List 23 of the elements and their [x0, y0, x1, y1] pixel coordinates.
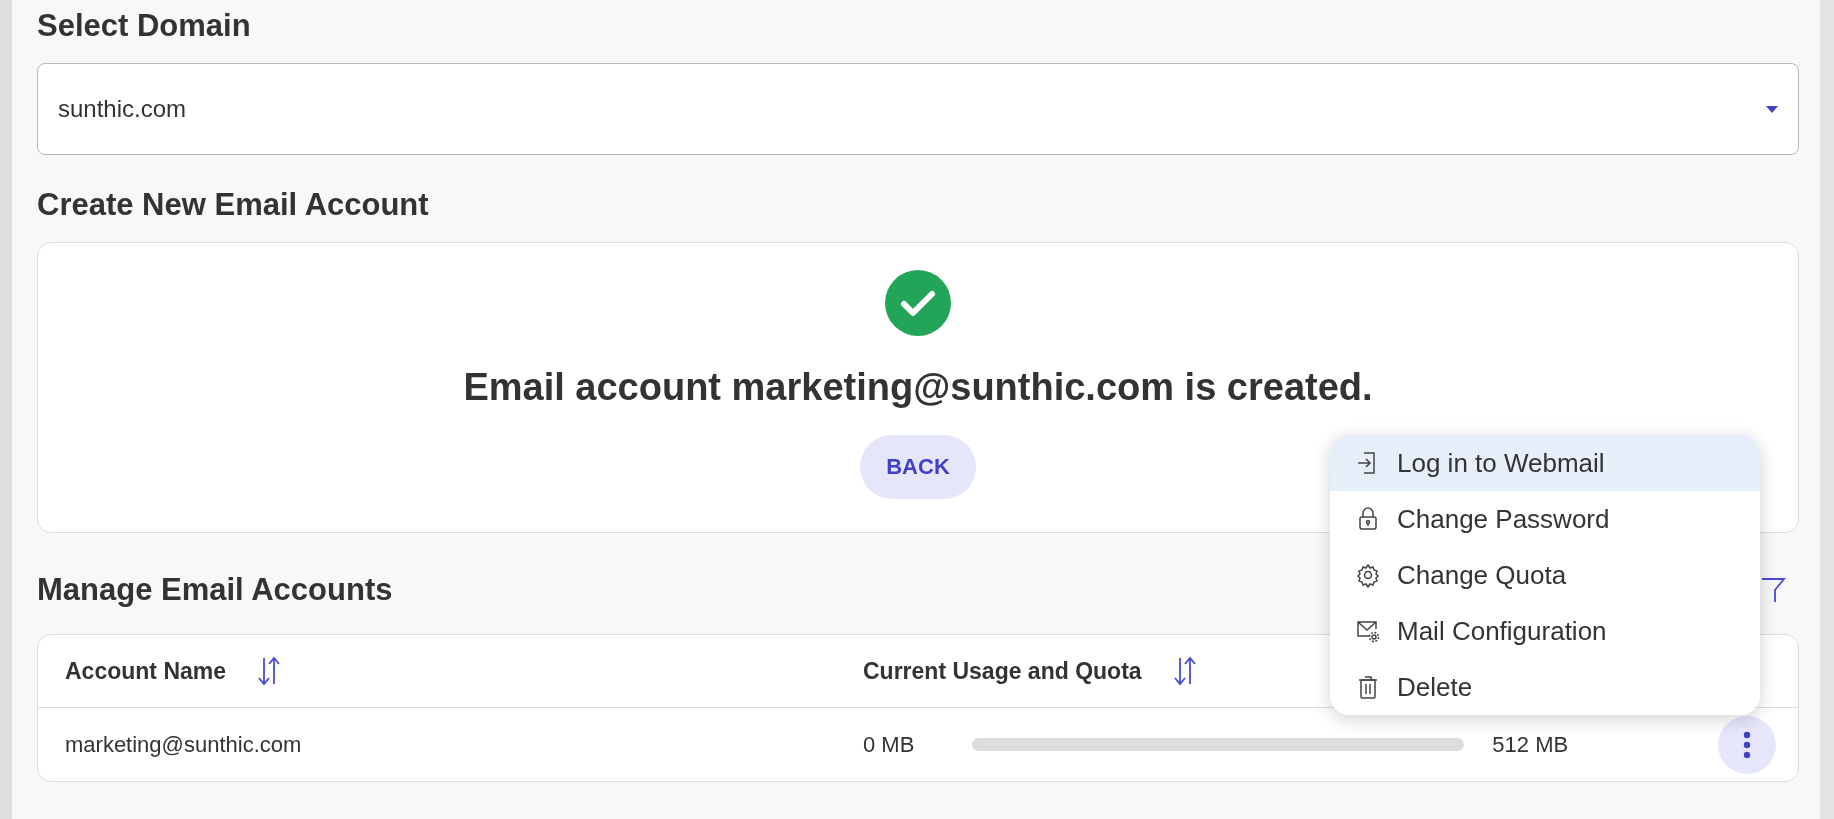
more-icon: [1743, 730, 1751, 759]
settings-icon: [1355, 561, 1381, 589]
section-title: Select Domain: [37, 7, 251, 45]
menu-item[interactable]: Mail Configuration: [1330, 603, 1760, 659]
sort-icon[interactable]: [256, 656, 283, 686]
domain-select[interactable]: sunthic.com: [37, 63, 1799, 155]
table-cell: marketing@sunthic.com: [65, 731, 302, 758]
scrollbar[interactable]: [0, 0, 12, 819]
success-icon: [885, 270, 951, 336]
section-title: Create New Email Account: [37, 186, 429, 224]
column-header: Current Usage and Quota: [863, 657, 1142, 685]
table-cell: 512 MB: [1492, 731, 1569, 758]
column-header: Account Name: [65, 657, 227, 685]
menu-item[interactable]: Log in to Webmail: [1330, 435, 1760, 491]
table-cell: 0 MB: [863, 731, 915, 758]
back-button[interactable]: BACK: [860, 435, 976, 499]
caret-icon: [1766, 105, 1778, 113]
section-title: Manage Email Accounts: [37, 571, 393, 609]
menu-item[interactable]: Change Quota: [1330, 547, 1760, 603]
menu-item[interactable]: Change Password: [1330, 491, 1760, 547]
success-message: Email account marketing@sunthic.com is created.: [463, 366, 1373, 409]
sort-icon[interactable]: [1171, 656, 1198, 686]
menu-item[interactable]: Delete: [1330, 659, 1760, 715]
